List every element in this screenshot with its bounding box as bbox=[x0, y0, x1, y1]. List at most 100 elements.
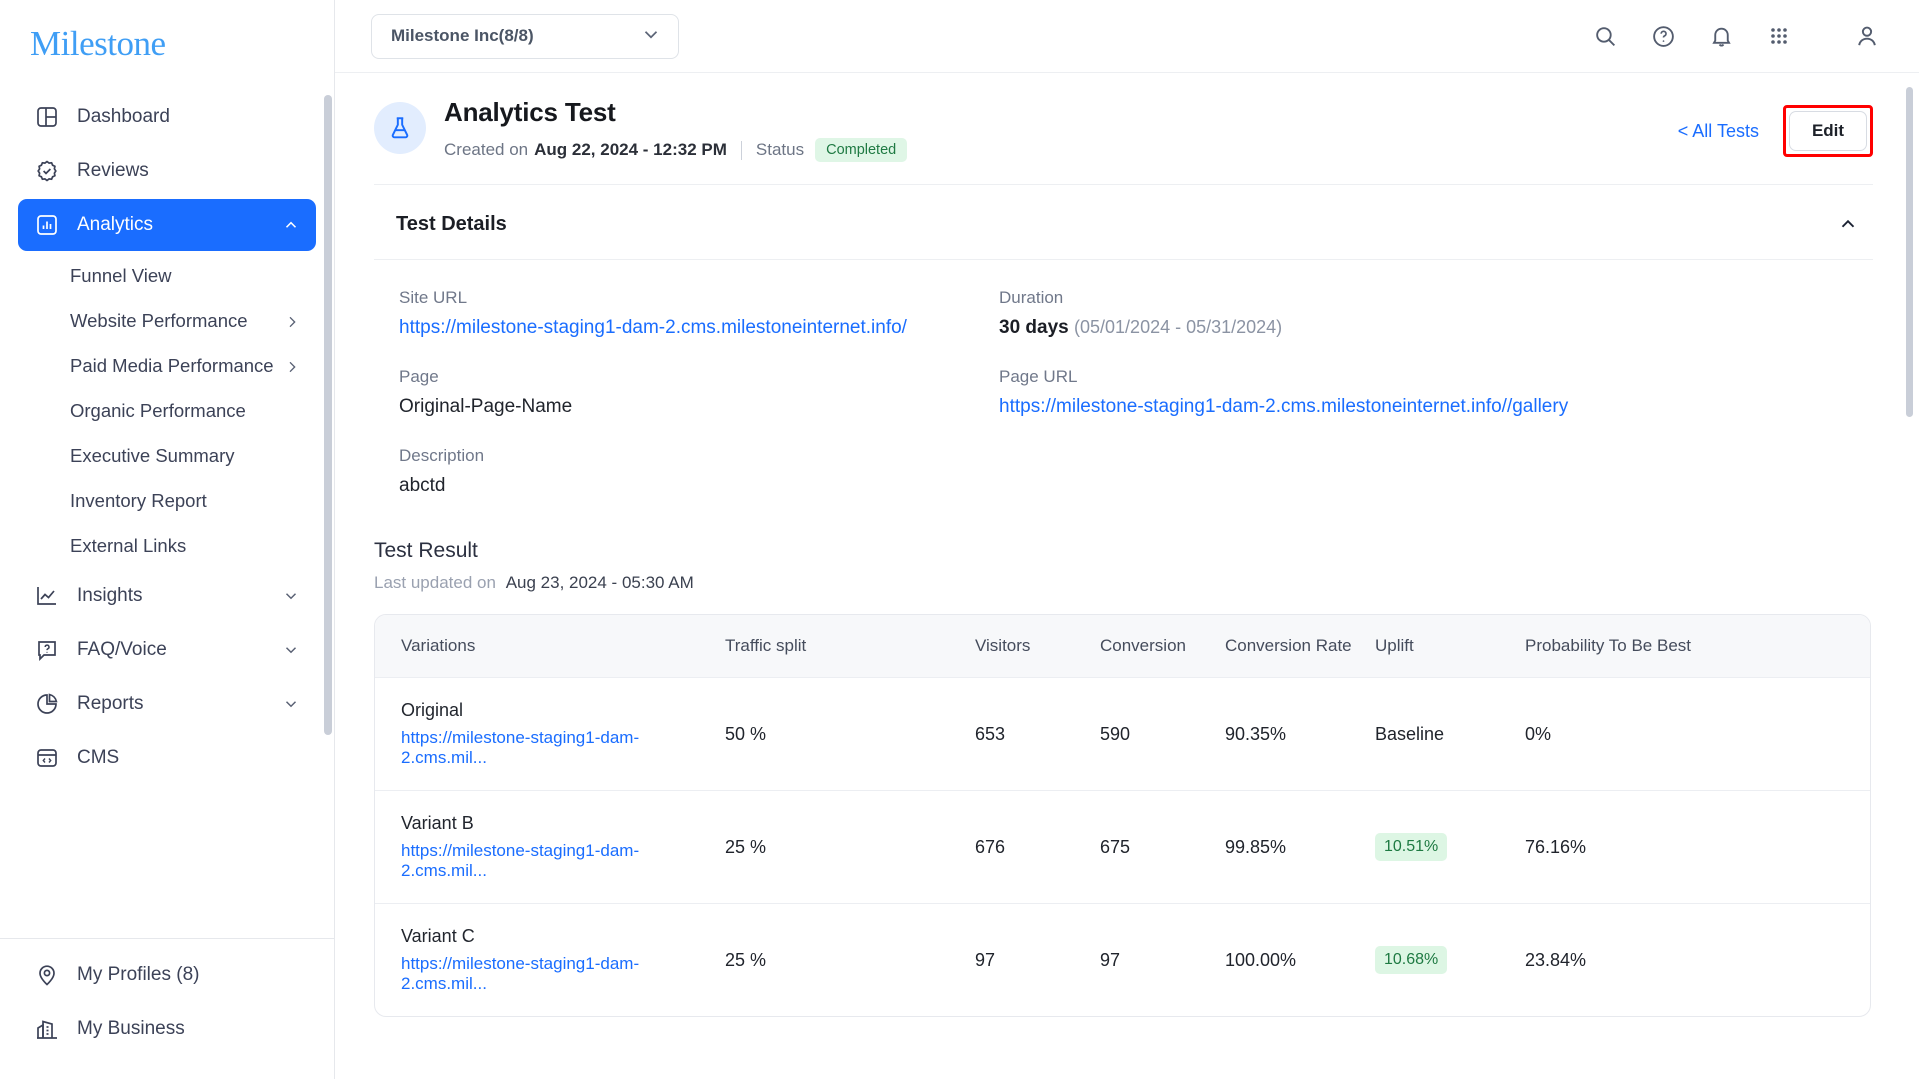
building-icon bbox=[34, 1016, 60, 1042]
content-scrollbar-thumb[interactable] bbox=[1906, 87, 1913, 417]
chevron-up-icon[interactable] bbox=[282, 216, 300, 234]
sidebar-item-cms[interactable]: CMS bbox=[18, 732, 316, 784]
cell-variation: Original https://milestone-staging1-dam-… bbox=[375, 677, 725, 791]
edit-button-highlight: Edit bbox=[1783, 105, 1873, 157]
chevron-right-icon[interactable] bbox=[284, 313, 300, 329]
search-icon[interactable] bbox=[1591, 22, 1619, 50]
table-row: Variant B https://milestone-staging1-dam… bbox=[375, 790, 1870, 904]
content-scroll-area: Analytics Test Created on Aug 22, 2024 -… bbox=[335, 73, 1919, 1079]
site-url-link[interactable]: https://milestone-staging1-dam-2.cms.mil… bbox=[399, 317, 999, 339]
sidebar-subitem-external-links[interactable]: External Links bbox=[18, 523, 316, 568]
chevron-down-icon[interactable] bbox=[282, 641, 300, 659]
apps-grid-icon[interactable] bbox=[1765, 22, 1793, 50]
test-details-header: Test Details bbox=[374, 185, 1873, 260]
sidebar-item-dashboard[interactable]: Dashboard bbox=[18, 91, 316, 143]
sidebar-item-label: Dashboard bbox=[77, 106, 170, 127]
test-result-header: Test Result Last updated on Aug 23, 2024… bbox=[371, 507, 1873, 593]
variation-url-link[interactable]: https://milestone-staging1-dam-2.cms.mil… bbox=[401, 841, 725, 881]
field-page-url: Page URL https://milestone-staging1-dam-… bbox=[999, 367, 1861, 418]
column-header-visitors: Visitors bbox=[975, 615, 1100, 678]
cell-visitors: 676 bbox=[975, 790, 1100, 904]
variation-name: Variant C bbox=[401, 926, 475, 946]
sidebar-subitem-executive-summary[interactable]: Executive Summary bbox=[18, 433, 316, 478]
last-updated-label: Last updated on bbox=[374, 573, 496, 592]
variation-url-link[interactable]: https://milestone-staging1-dam-2.cms.mil… bbox=[401, 728, 725, 768]
sidebar-scrollbar-thumb[interactable] bbox=[324, 95, 332, 735]
sidebar-item-my-business[interactable]: My Business bbox=[18, 1003, 316, 1055]
all-tests-link[interactable]: < All Tests bbox=[1678, 121, 1759, 142]
field-description: Description abctd bbox=[399, 446, 999, 497]
variation-url-link[interactable]: https://milestone-staging1-dam-2.cms.mil… bbox=[401, 954, 725, 994]
page-header: Analytics Test Created on Aug 22, 2024 -… bbox=[374, 73, 1873, 185]
sidebar-subitem-organic-performance[interactable]: Organic Performance bbox=[18, 388, 316, 433]
cell-visitors: 653 bbox=[975, 677, 1100, 791]
main-area: Milestone Inc(8/8) Analytics Test Create… bbox=[335, 0, 1919, 1079]
duration-range: (05/01/2024 - 05/31/2024) bbox=[1074, 317, 1283, 337]
sidebar-item-faq-voice[interactable]: FAQ/Voice bbox=[18, 624, 316, 676]
sidebar-subitem-inventory-report[interactable]: Inventory Report bbox=[18, 478, 316, 523]
table-row: Variant C https://milestone-staging1-dam… bbox=[375, 904, 1870, 1017]
description-value: abctd bbox=[399, 475, 446, 496]
subtitle-divider bbox=[740, 140, 742, 160]
chevron-down-icon[interactable] bbox=[282, 587, 300, 605]
test-details-title: Test Details bbox=[396, 212, 507, 235]
page-subtitle: Created on Aug 22, 2024 - 12:32 PM Statu… bbox=[444, 138, 1678, 162]
cell-traffic-split: 25 % bbox=[725, 949, 767, 970]
help-circle-icon[interactable] bbox=[1649, 22, 1677, 50]
field-site-url: Site URL https://milestone-staging1-dam-… bbox=[399, 288, 999, 339]
edit-button[interactable]: Edit bbox=[1789, 111, 1867, 151]
page-url-link[interactable]: https://milestone-staging1-dam-2.cms.mil… bbox=[999, 396, 1861, 418]
sidebar-item-label: Analytics bbox=[77, 214, 154, 235]
trend-line-icon bbox=[34, 583, 60, 609]
sidebar-item-label: FAQ/Voice bbox=[77, 639, 167, 660]
brand-logo[interactable]: Milestone bbox=[0, 0, 334, 83]
sidebar-subitem-paid-media-performance[interactable]: Paid Media Performance bbox=[18, 343, 316, 388]
status-badge: Completed bbox=[815, 138, 908, 162]
cell-traffic-split: 50 % bbox=[725, 677, 975, 791]
test-result-table: Variations Traffic split Visitors Conver… bbox=[375, 615, 1870, 1016]
sidebar-subitem-funnel-view[interactable]: Funnel View bbox=[18, 253, 316, 298]
created-on-label: Created on bbox=[444, 140, 529, 159]
field-page: Page Original-Page-Name bbox=[399, 367, 999, 418]
app-root: Milestone Dashboard Reviews Analytics Fu… bbox=[0, 0, 1919, 1079]
sidebar-item-analytics[interactable]: Analytics bbox=[18, 199, 316, 251]
sidebar-item-my-profiles[interactable]: My Profiles (8) bbox=[18, 949, 316, 1001]
cell-uplift: 10.68% bbox=[1375, 904, 1525, 1017]
cell-variation: Variant B https://milestone-staging1-dam… bbox=[375, 790, 725, 904]
sidebar-item-reports[interactable]: Reports bbox=[18, 678, 316, 730]
check-badge-icon bbox=[34, 158, 60, 184]
sidebar-bottom-nav: My Profiles (8) My Business bbox=[0, 939, 334, 1079]
chevron-down-icon[interactable] bbox=[640, 23, 662, 50]
pie-chart-icon bbox=[34, 691, 60, 717]
cell-conversion-rate: 99.85% bbox=[1225, 790, 1375, 904]
cell-variation: Variant C https://milestone-staging1-dam… bbox=[375, 904, 725, 1017]
account-selector[interactable]: Milestone Inc(8/8) bbox=[371, 13, 679, 59]
cell-conversion-rate: 100.00% bbox=[1225, 949, 1297, 970]
sidebar-subitem-label: Paid Media Performance bbox=[70, 354, 274, 376]
sidebar-subitem-label: Executive Summary bbox=[70, 444, 235, 466]
sidebar-item-reviews[interactable]: Reviews bbox=[18, 145, 316, 197]
sidebar-item-insights[interactable]: Insights bbox=[18, 570, 316, 622]
sidebar-subitem-website-performance[interactable]: Website Performance bbox=[18, 298, 316, 343]
column-header-uplift: Uplift bbox=[1375, 615, 1525, 678]
chevron-up-icon[interactable] bbox=[1835, 211, 1861, 237]
column-header-variations: Variations bbox=[375, 615, 725, 678]
cell-conversion: 97 bbox=[1100, 949, 1121, 970]
user-account-icon[interactable] bbox=[1853, 22, 1881, 50]
last-updated-value: Aug 23, 2024 - 05:30 AM bbox=[505, 573, 694, 592]
sidebar-item-label: CMS bbox=[77, 747, 120, 768]
sidebar: Milestone Dashboard Reviews Analytics Fu… bbox=[0, 0, 335, 1079]
test-result-updated: Last updated on Aug 23, 2024 - 05:30 AM bbox=[374, 573, 1873, 593]
sidebar-subitem-label: Organic Performance bbox=[70, 399, 246, 421]
topbar-icon-group bbox=[1591, 22, 1881, 50]
chevron-right-icon[interactable] bbox=[284, 358, 300, 374]
sidebar-subitem-label: Website Performance bbox=[70, 309, 248, 331]
chevron-down-icon[interactable] bbox=[282, 695, 300, 713]
field-label: Description bbox=[399, 446, 485, 465]
field-label: Duration bbox=[999, 288, 1064, 307]
cell-probability: 0% bbox=[1525, 677, 1870, 791]
table-row: Original https://milestone-staging1-dam-… bbox=[375, 677, 1870, 791]
bell-icon[interactable] bbox=[1707, 22, 1735, 50]
field-label: Site URL bbox=[399, 288, 468, 307]
cell-uplift: Baseline bbox=[1375, 677, 1525, 791]
